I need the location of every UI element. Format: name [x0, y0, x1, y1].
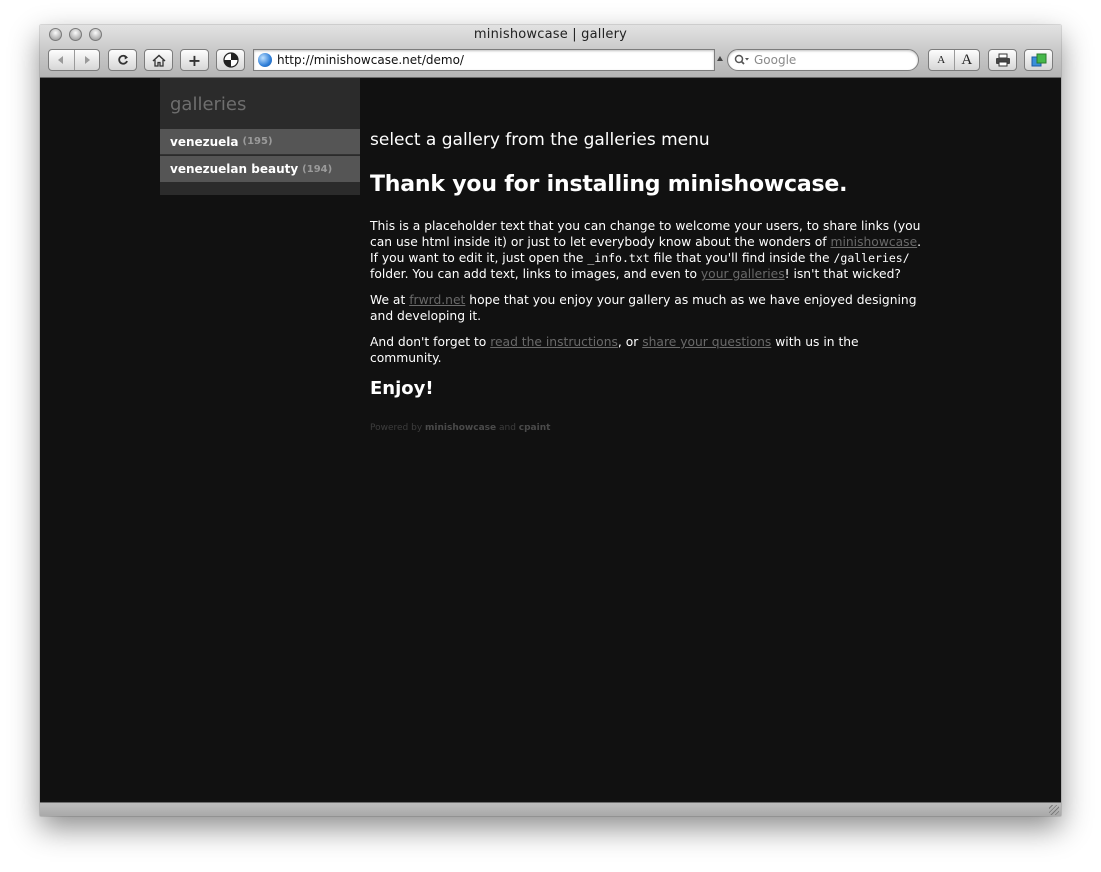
address-bar[interactable]: http://minishowcase.net/demo/	[253, 49, 715, 71]
thanks-text: We at	[370, 293, 410, 307]
print-button[interactable]	[988, 49, 1017, 71]
address-text: http://minishowcase.net/demo/	[277, 53, 464, 67]
gallery-item-venezuelan-beauty[interactable]: venezuelan beauty (194)	[160, 156, 360, 182]
galleries-sidebar: galleries venezuela (195) venezuelan bea…	[160, 78, 360, 195]
enjoy-heading: Enjoy!	[370, 378, 434, 399]
snapback-button[interactable]	[216, 49, 245, 71]
back-button[interactable]	[49, 50, 75, 70]
printer-icon	[995, 53, 1010, 67]
reminder-text: , or	[617, 335, 643, 349]
galleries-folder-name: /galleries/	[833, 251, 910, 265]
reload-icon	[117, 54, 128, 65]
window-title: minishowcase | gallery	[473, 27, 628, 42]
gallery-item-count: (194)	[302, 163, 333, 175]
reminder-text: And don't forget to	[370, 335, 491, 349]
browser-toolbar: minishowcase | gallery + http://minishow…	[40, 25, 1061, 78]
add-bookmark-button[interactable]: +	[180, 49, 209, 71]
search-placeholder: Google	[754, 53, 797, 67]
text-smaller-button[interactable]: A	[929, 50, 955, 70]
footer-minishowcase: minishowcase	[425, 423, 497, 433]
gallery-item-label: venezuelan beauty	[170, 162, 299, 176]
reminder-paragraph: And don't forget to read the instruction…	[370, 334, 930, 366]
intro-text: file that you'll find inside the	[649, 251, 834, 265]
search-field[interactable]: Google	[727, 49, 919, 71]
intro-text: folder. You can add text, links to image…	[370, 267, 701, 281]
web-page: galleries venezuela (195) venezuelan bea…	[40, 78, 1061, 802]
welcome-heading: Thank you for installing minishowcase.	[370, 172, 848, 197]
url-dropdown-icon[interactable]	[717, 56, 723, 61]
frwrd-link[interactable]: frwrd.net	[409, 293, 465, 307]
intro-paragraph: This is a placeholder text that you can …	[370, 218, 930, 282]
instructions-link[interactable]: read the instructions	[490, 335, 618, 349]
gallery-item-venezuela[interactable]: venezuela (195)	[160, 129, 360, 155]
search-icon	[734, 54, 750, 66]
select-gallery-message: select a gallery from the galleries menu	[370, 130, 710, 150]
site-globe-icon	[258, 53, 272, 67]
powered-by-footer: Powered by minishowcase and cpaint	[370, 423, 550, 433]
text-size-buttons: A A	[928, 49, 980, 71]
snapback-icon	[222, 52, 239, 68]
gallery-item-label: venezuela	[170, 134, 239, 149]
forward-arrow-icon	[84, 56, 90, 64]
bookmarks-button[interactable]	[1024, 49, 1053, 71]
questions-link[interactable]: share your questions	[642, 335, 771, 349]
galleries-title: galleries	[170, 94, 247, 115]
gallery-item-count: (195)	[242, 136, 273, 147]
home-icon	[151, 53, 166, 67]
bookmark-icon	[1031, 53, 1046, 67]
browser-window: minishowcase | gallery + http://minishow…	[40, 25, 1061, 816]
home-button[interactable]	[144, 49, 173, 71]
footer-cpaint: cpaint	[518, 423, 551, 433]
back-arrow-icon	[58, 56, 64, 64]
thanks-paragraph: We at frwrd.net hope that you enjoy your…	[370, 292, 930, 324]
footer-text: Powered by	[370, 423, 426, 433]
text-bigger-button[interactable]: A	[955, 50, 980, 70]
info-file-name: _info.txt	[587, 251, 650, 265]
your-galleries-link[interactable]: your galleries	[701, 267, 785, 281]
footer-text: and	[496, 423, 519, 433]
forward-button[interactable]	[75, 50, 100, 70]
resize-grip-icon[interactable]	[1049, 805, 1059, 815]
minishowcase-link[interactable]: minishowcase	[830, 235, 917, 249]
reload-button[interactable]	[108, 49, 137, 71]
status-bar	[40, 802, 1061, 816]
intro-text: ! isn't that wicked?	[784, 267, 901, 281]
back-forward-buttons	[48, 49, 100, 71]
